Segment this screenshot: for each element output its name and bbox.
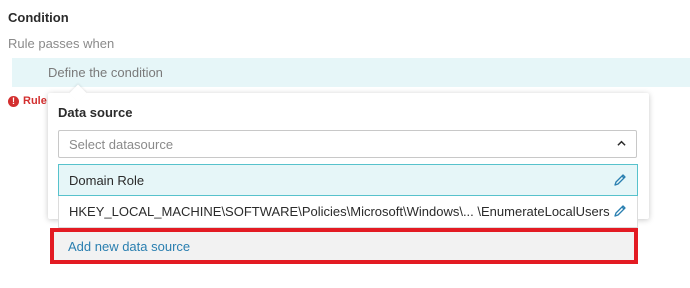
datasource-select-placeholder: Select datasource: [69, 137, 174, 152]
datasource-option-registry-path[interactable]: HKEY_LOCAL_MACHINE\SOFTWARE\Policies\Mic…: [58, 196, 638, 228]
add-datasource-highlight: Add new data source: [50, 228, 638, 264]
pencil-icon[interactable]: [613, 204, 627, 218]
pencil-icon[interactable]: [613, 173, 627, 187]
condition-title: Condition: [8, 10, 69, 25]
add-new-datasource-link[interactable]: Add new data source: [68, 239, 190, 254]
exclamation-circle-icon: !: [8, 95, 19, 107]
datasource-select[interactable]: Select datasource: [58, 130, 637, 158]
condition-subtitle: Rule passes when: [8, 36, 115, 51]
option-label: Domain Role: [69, 173, 145, 188]
popover-notch: [69, 84, 87, 102]
rule-error-message: ! Rule: [8, 95, 47, 107]
datasource-option-domain-role[interactable]: Domain Role: [58, 164, 638, 196]
rule-error-text: Rule: [23, 95, 47, 107]
define-condition-field[interactable]: Define the condition: [12, 58, 690, 87]
option-label: HKEY_LOCAL_MACHINE\SOFTWARE\Policies\Mic…: [69, 204, 610, 219]
chevron-up-icon[interactable]: [617, 139, 626, 148]
datasource-options-list: Domain Role HKEY_LOCAL_MACHINE\SOFTWARE\…: [58, 164, 638, 228]
define-condition-placeholder: Define the condition: [48, 65, 163, 80]
datasource-label: Data source: [58, 105, 133, 120]
